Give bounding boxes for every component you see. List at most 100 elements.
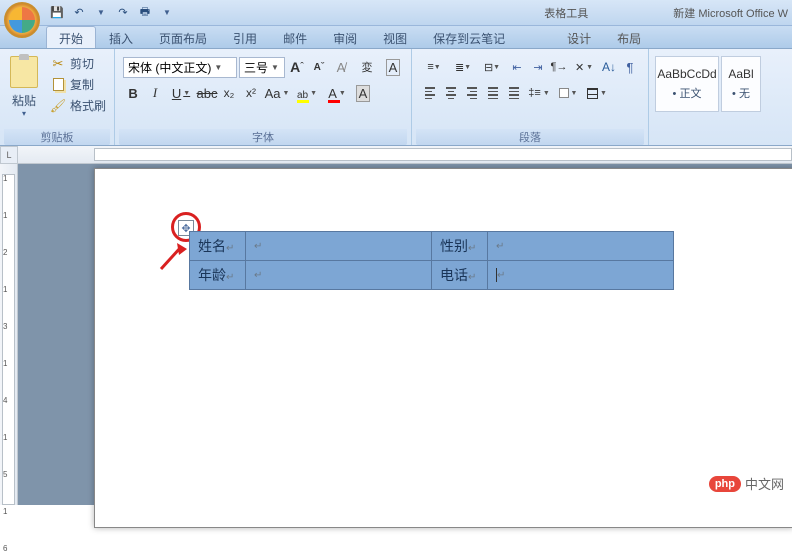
- vertical-ruler[interactable]: 11213141516: [0, 164, 18, 505]
- tab-cloud-save[interactable]: 保存到云笔记: [420, 26, 518, 48]
- align-distrib-icon: [509, 87, 519, 99]
- underline-button[interactable]: U▼: [167, 83, 195, 103]
- font-group-label: 字体: [119, 129, 407, 145]
- format-painter-label: 格式刷: [70, 97, 106, 114]
- align-center-button[interactable]: [441, 83, 461, 103]
- cell-gender-label[interactable]: 性别↵: [432, 232, 488, 261]
- ltr-button[interactable]: ¶→: [549, 57, 569, 77]
- qat-redo-icon[interactable]: ↷: [114, 4, 132, 22]
- document-area[interactable]: ✥ 姓名↵ ↵ 性别↵ ↵ 年龄↵ ↵ 电话↵ ↵: [18, 164, 792, 505]
- tab-review[interactable]: 审阅: [320, 26, 370, 48]
- cell-text: 性别: [440, 238, 468, 254]
- subscript-button[interactable]: x₂: [219, 83, 239, 103]
- font-size-combo[interactable]: 三号▼: [239, 57, 285, 78]
- watermark-text: 中文网: [745, 474, 784, 493]
- clear-format-button[interactable]: A̸: [331, 57, 351, 77]
- numbering-button[interactable]: ≣▼: [449, 57, 477, 77]
- indent-increase-button[interactable]: ⇥: [528, 57, 548, 77]
- indent-decrease-button[interactable]: ⇤: [507, 57, 527, 77]
- table-tools-label: 表格工具: [544, 5, 588, 21]
- borders-button[interactable]: ▼: [583, 83, 611, 103]
- cell-gender-value[interactable]: ↵: [488, 232, 674, 261]
- cell-name-label[interactable]: 姓名↵: [190, 232, 246, 261]
- font-color-button[interactable]: A▼: [323, 83, 351, 103]
- cell-age-value[interactable]: ↵: [246, 261, 432, 290]
- php-badge: php: [709, 476, 741, 492]
- tab-view[interactable]: 视图: [370, 26, 420, 48]
- clear-format-icon: A̸: [337, 60, 346, 75]
- table-row[interactable]: 姓名↵ ↵ 性别↵ ↵: [190, 232, 674, 261]
- chevron-down-icon: ▼: [183, 90, 190, 97]
- chevron-down-icon: ▼: [493, 64, 500, 71]
- paste-drop-icon[interactable]: ▾: [22, 109, 26, 118]
- align-left-button[interactable]: [420, 83, 440, 103]
- table-row[interactable]: 年龄↵ ↵ 电话↵ ↵: [190, 261, 674, 290]
- indent-decrease-icon: ⇤: [512, 61, 521, 74]
- pilcrow-icon: ¶: [627, 60, 634, 75]
- superscript-button[interactable]: x²: [241, 83, 261, 103]
- char-shading-button[interactable]: A: [353, 83, 373, 103]
- style-no-spacing[interactable]: AaBl • 无: [721, 56, 761, 112]
- cell-age-label[interactable]: 年龄↵: [190, 261, 246, 290]
- show-marks-button[interactable]: ¶: [620, 57, 640, 77]
- style-preview: AaBl: [728, 67, 753, 81]
- tab-home[interactable]: 开始: [46, 26, 96, 48]
- cell-name-value[interactable]: ↵: [246, 232, 432, 261]
- change-case-button[interactable]: Aa▼: [263, 83, 291, 103]
- tab-page-layout[interactable]: 页面布局: [146, 26, 220, 48]
- tab-mailings[interactable]: 邮件: [270, 26, 320, 48]
- qat-save-icon[interactable]: 💾: [48, 4, 66, 22]
- line-spacing-button[interactable]: ‡≡▼: [525, 83, 553, 103]
- underline-icon: U: [172, 86, 181, 101]
- qat-customize-drop-icon[interactable]: ▼: [158, 4, 176, 22]
- strike-button[interactable]: abc: [197, 83, 217, 103]
- multilevel-icon: ⊟: [484, 61, 491, 74]
- cell-phone-value[interactable]: ↵: [488, 261, 674, 290]
- cut-button[interactable]: ✂剪切: [48, 54, 108, 73]
- bullets-button[interactable]: ≡▼: [420, 57, 448, 77]
- document-table[interactable]: 姓名↵ ↵ 性别↵ ↵ 年龄↵ ↵ 电话↵ ↵: [189, 231, 674, 290]
- tab-table-layout[interactable]: 布局: [604, 26, 654, 48]
- shading-button[interactable]: ▼: [554, 83, 582, 103]
- ltr-icon: ¶→: [551, 61, 568, 73]
- qat-undo-drop-icon[interactable]: ▼: [92, 4, 110, 22]
- tab-references[interactable]: 引用: [220, 26, 270, 48]
- annotation-arrow-icon: [157, 241, 189, 273]
- paste-button[interactable]: 粘贴 ▾: [4, 52, 44, 129]
- qat-undo-icon[interactable]: ↶: [70, 4, 88, 22]
- align-right-icon: [467, 87, 477, 99]
- grow-font-button[interactable]: Aˆ: [287, 57, 307, 77]
- format-painter-button[interactable]: 🖌格式刷: [48, 96, 108, 115]
- ruler-corner[interactable]: L: [0, 146, 18, 164]
- change-case-icon: Aa: [265, 86, 281, 101]
- highlight-button[interactable]: ab▼: [293, 83, 321, 103]
- watermark: php 中文网: [709, 474, 784, 493]
- ribbon: 粘贴 ▾ ✂剪切 复制 🖌格式刷 剪贴板 宋体 (中文正文)▼ 三号▼ Aˆ A…: [0, 49, 792, 146]
- tab-table-design[interactable]: 设计: [554, 26, 604, 48]
- align-justify-button[interactable]: [483, 83, 503, 103]
- chevron-down-icon: ▼: [571, 90, 578, 97]
- font-name-combo[interactable]: 宋体 (中文正文)▼: [123, 57, 237, 78]
- char-border-button[interactable]: A: [383, 57, 403, 77]
- paragraph-group-label: 段落: [416, 129, 644, 145]
- asian-layout-button[interactable]: ✕▼: [570, 57, 598, 77]
- multilevel-button[interactable]: ⊟▼: [478, 57, 506, 77]
- style-normal[interactable]: AaBbCcDd • 正文: [655, 56, 719, 112]
- qat-print-icon[interactable]: 🖶: [136, 4, 154, 22]
- sort-button[interactable]: A↓: [599, 57, 619, 77]
- italic-button[interactable]: I: [145, 83, 165, 103]
- quick-access-toolbar: 💾 ↶ ▼ ↷ 🖶 ▼: [48, 4, 176, 22]
- paste-icon: [10, 56, 38, 88]
- copy-button[interactable]: 复制: [48, 75, 108, 94]
- align-right-button[interactable]: [462, 83, 482, 103]
- bold-button[interactable]: B: [123, 83, 143, 103]
- office-button[interactable]: [4, 2, 40, 38]
- tab-insert[interactable]: 插入: [96, 26, 146, 48]
- cell-phone-label[interactable]: 电话↵: [432, 261, 488, 290]
- horizontal-ruler[interactable]: [18, 146, 792, 164]
- page[interactable]: ✥ 姓名↵ ↵ 性别↵ ↵ 年龄↵ ↵ 电话↵ ↵: [94, 168, 792, 528]
- pinyin-guide-button[interactable]: 変: [353, 57, 381, 77]
- shrink-font-button[interactable]: Aˇ: [309, 57, 329, 77]
- align-distrib-button[interactable]: [504, 83, 524, 103]
- copy-icon: [50, 77, 66, 93]
